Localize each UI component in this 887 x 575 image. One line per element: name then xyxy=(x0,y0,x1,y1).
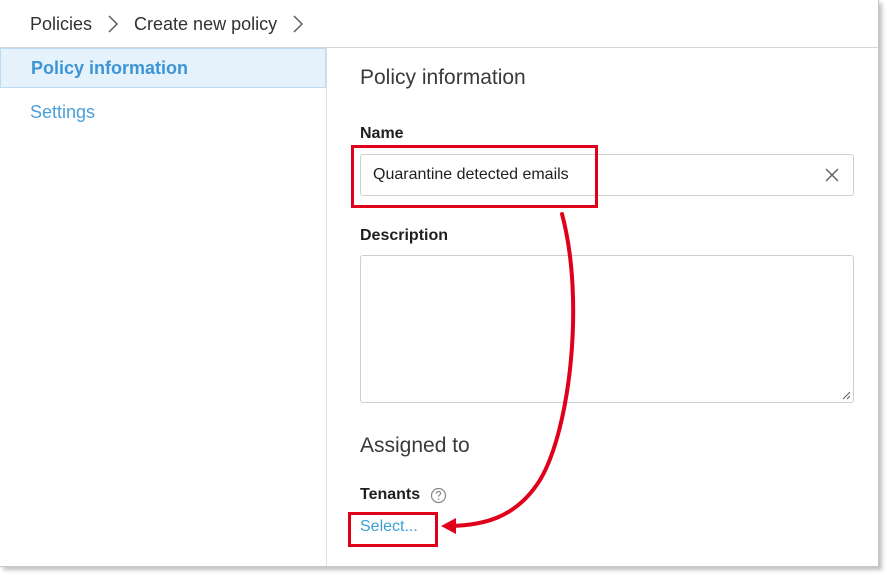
sidebar-item-policy-information[interactable]: Policy information xyxy=(0,48,326,88)
page-title: Policy information xyxy=(360,66,526,89)
chevron-right-icon xyxy=(106,14,120,34)
tenants-row: Tenants xyxy=(360,486,447,504)
description-label: Description xyxy=(360,227,449,244)
breadcrumb-create-new-policy[interactable]: Create new policy xyxy=(134,14,277,35)
resize-grip-icon[interactable] xyxy=(842,391,851,400)
sidebar-item-settings[interactable]: Settings xyxy=(0,92,326,132)
sidebar-nav: Policy information Settings xyxy=(0,48,327,566)
breadcrumb-policies[interactable]: Policies xyxy=(30,14,92,35)
close-icon[interactable] xyxy=(825,168,839,182)
tenants-label: Tenants xyxy=(360,486,421,503)
annotation-highlight-select xyxy=(348,512,438,547)
chevron-right-icon xyxy=(291,14,305,34)
description-textarea[interactable] xyxy=(360,255,854,403)
main-panel: Policy information Name Quarantine detec… xyxy=(360,48,854,535)
annotation-highlight-name xyxy=(351,145,598,208)
name-label: Name xyxy=(360,125,404,142)
help-icon[interactable] xyxy=(430,487,447,504)
app-window: Policies Create new policy Policy inform… xyxy=(0,0,879,567)
assigned-to-heading: Assigned to xyxy=(360,434,470,457)
breadcrumb: Policies Create new policy xyxy=(30,0,319,48)
